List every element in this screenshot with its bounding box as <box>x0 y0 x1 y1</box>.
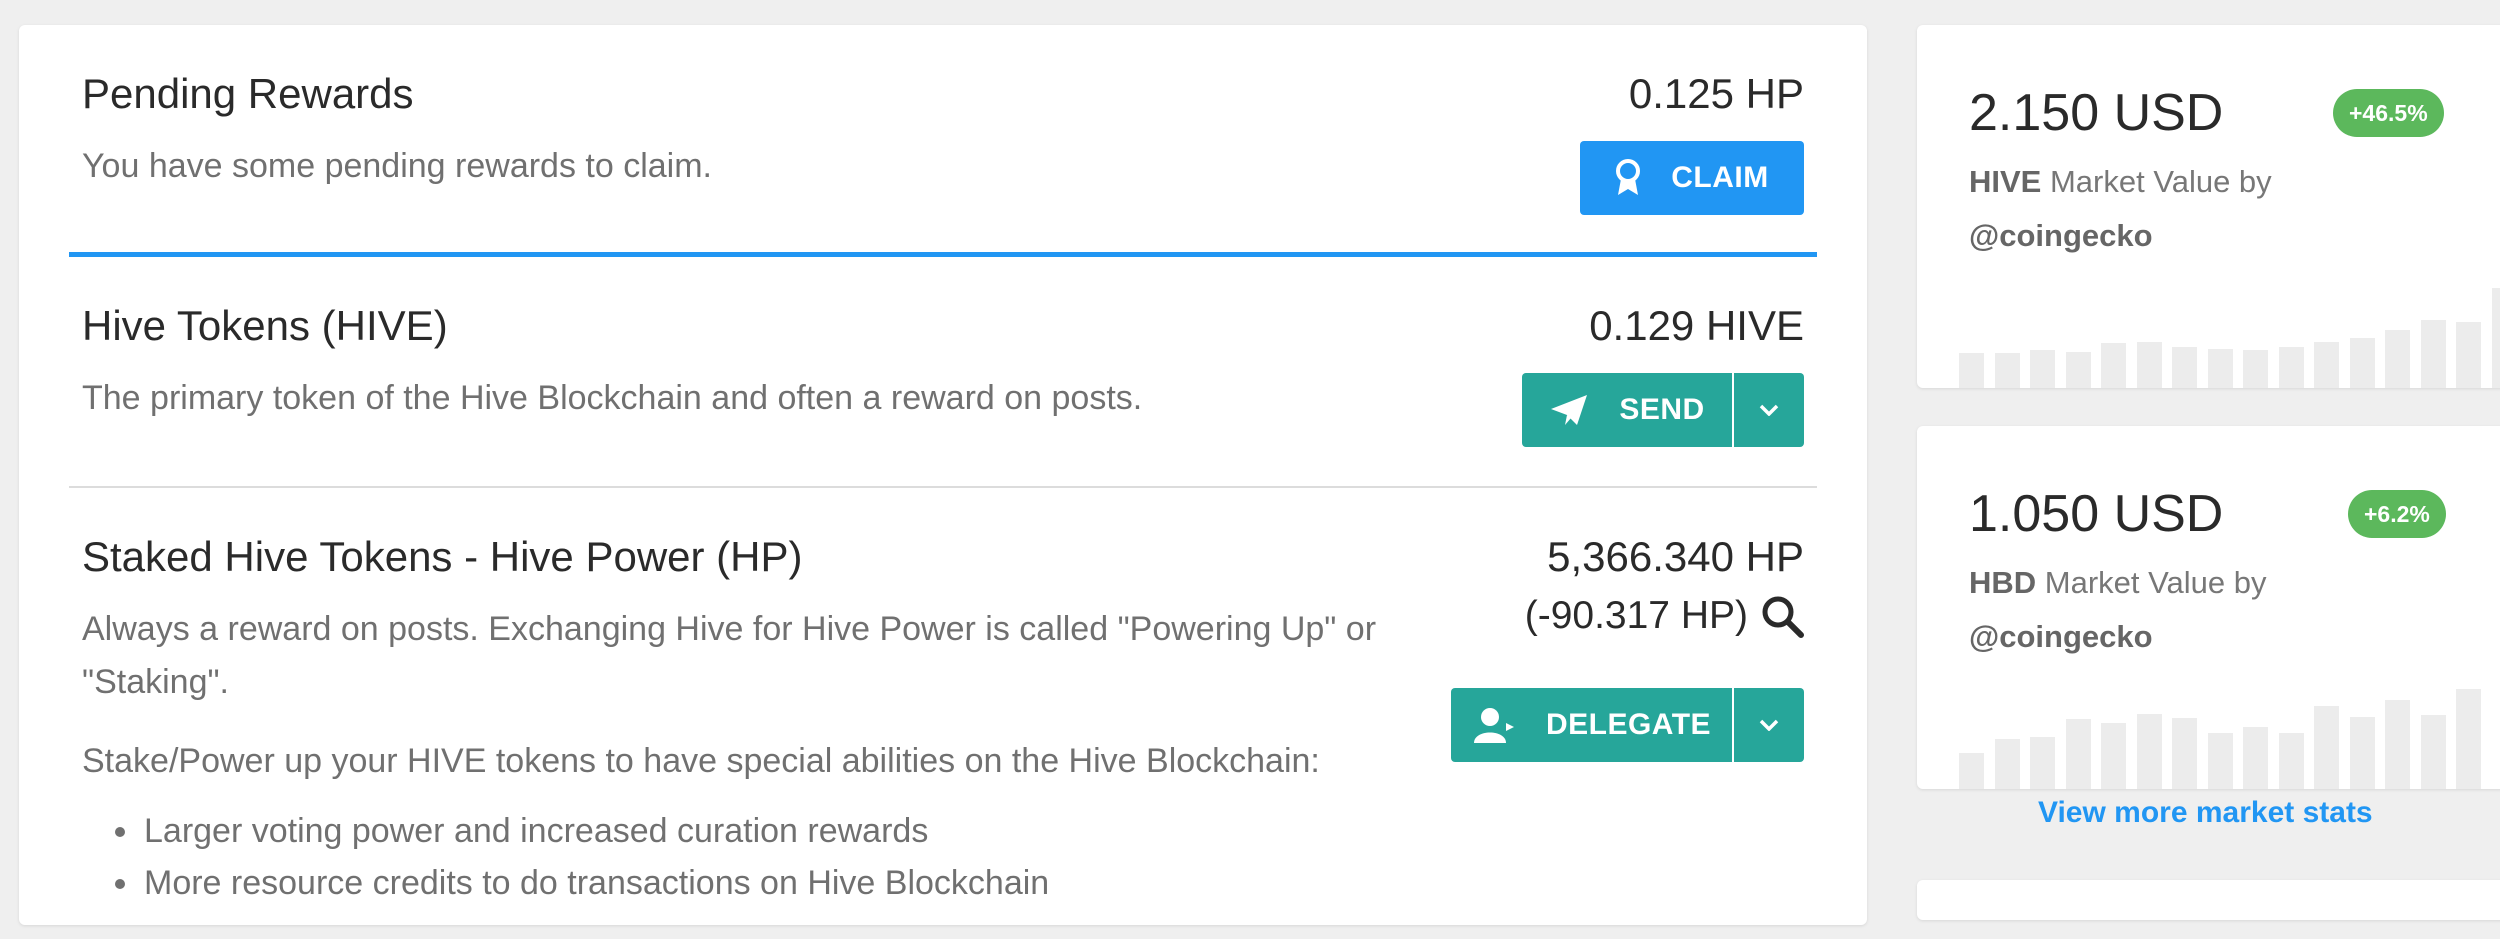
hbd-sparkline <box>1959 689 2481 789</box>
hive-power-abilities-intro: Stake/Power up your HIVE tokens to have … <box>82 742 1320 780</box>
list-item: Larger voting power and increased curati… <box>142 805 1049 857</box>
sparkline-bar <box>2208 349 2233 388</box>
sparkline-bar <box>2314 706 2339 789</box>
hive-sparkline <box>1959 288 2500 388</box>
hive-balance: 0.129 HIVE <box>1589 302 1804 349</box>
sparkline-bar <box>2350 717 2375 789</box>
sparkline-bar <box>2030 350 2055 388</box>
hive-source-link[interactable]: @coingecko <box>1969 218 2153 253</box>
sparkline-bar <box>2350 338 2375 388</box>
sparkline-bar <box>2421 715 2446 789</box>
hbd-market-value-text: HBD Market Value by @coingecko <box>1969 556 2267 664</box>
sparkline-bar <box>2456 689 2481 789</box>
search-icon[interactable] <box>1760 594 1804 638</box>
sparkline-bar <box>2208 733 2233 789</box>
hive-market-value-text: HIVE Market Value by @coingecko <box>1969 155 2272 263</box>
sparkline-bar <box>2456 322 2481 388</box>
sparkline-bar <box>2066 352 2091 388</box>
sparkline-bar <box>2385 330 2410 388</box>
sparkline-bar <box>2279 347 2304 388</box>
pending-rewards-amount: 0.125 HP <box>1628 70 1804 117</box>
sparkline-bar <box>2137 342 2162 388</box>
sparkline-bar <box>2172 347 2197 388</box>
sparkline-bar <box>1959 353 1984 388</box>
hbd-market-value-label: Market Value by <box>2044 565 2267 600</box>
send-button[interactable]: SEND <box>1522 373 1732 447</box>
user-delegate-icon <box>1472 707 1516 743</box>
chevron-down-icon <box>1759 404 1779 416</box>
delegated-amount: (-90.317 HP) <box>1524 594 1748 637</box>
pending-rewards-title: Pending Rewards <box>82 70 414 117</box>
sparkline-bar <box>2279 733 2304 789</box>
sparkline-bar <box>2492 288 2500 388</box>
sparkline-bar <box>2066 719 2091 789</box>
pending-rewards-description: You have some pending rewards to claim. <box>82 147 712 185</box>
sparkline-bar <box>2101 343 2126 388</box>
hive-symbol: HIVE <box>1969 164 2042 199</box>
hbd-market-card: 1.050 USD +6.2% HBD Market Value by @coi… <box>1917 426 2500 789</box>
hbd-symbol: HBD <box>1969 565 2037 600</box>
hive-power-section: Staked Hive Tokens - Hive Power (HP) Alw… <box>69 489 1817 939</box>
hive-change-badge: +46.5% <box>2333 89 2444 137</box>
hive-power-abilities-list: Larger voting power and increased curati… <box>82 805 1049 909</box>
hive-tokens-description: The primary token of the Hive Blockchain… <box>82 379 1143 417</box>
sparkline-bar <box>2243 727 2268 789</box>
delegate-button[interactable]: DELEGATE <box>1451 688 1732 762</box>
paper-plane-icon <box>1549 393 1589 427</box>
list-item: More resource credits to do transactions… <box>142 857 1049 909</box>
delegate-dropdown-button[interactable] <box>1734 688 1804 762</box>
hive-power-title: Staked Hive Tokens - Hive Power (HP) <box>82 533 803 580</box>
send-dropdown-button[interactable] <box>1734 373 1804 447</box>
hive-price: 2.150 USD <box>1969 84 2224 142</box>
sparkline-bar <box>2243 350 2268 388</box>
delegate-label: DELEGATE <box>1545 708 1712 741</box>
sparkline-bar <box>2137 714 2162 789</box>
hive-power-description: Always a reward on posts. Exchanging Hiv… <box>82 610 1377 701</box>
sparkline-bar <box>2385 700 2410 789</box>
hive-tokens-title: Hive Tokens (HIVE) <box>82 302 448 349</box>
hbd-change-badge: +6.2% <box>2348 490 2446 538</box>
hbd-source-link[interactable]: @coingecko <box>1969 619 2153 654</box>
award-icon <box>1615 159 1641 197</box>
sparkline-bar <box>1959 753 1984 789</box>
sparkline-bar <box>2101 723 2126 789</box>
sparkline-bar <box>1995 353 2020 388</box>
claim-button[interactable]: CLAIM <box>1580 141 1804 215</box>
delegated-amount-row: (-90.317 HP) <box>1525 594 1804 638</box>
claim-label: CLAIM <box>1671 161 1769 194</box>
next-card <box>1917 880 2500 920</box>
sparkline-bar <box>2421 320 2446 388</box>
hive-power-balance: 5,366.340 HP <box>1547 533 1804 580</box>
send-label: SEND <box>1619 393 1705 426</box>
hive-tokens-divider <box>69 486 1817 488</box>
wallet-card: Pending Rewards You have some pending re… <box>19 25 1867 925</box>
sparkline-bar <box>2030 737 2055 789</box>
hive-tokens-section: Hive Tokens (HIVE) The primary token of … <box>69 257 1817 487</box>
hive-market-card: 2.150 USD +46.5% HIVE Market Value by @c… <box>1917 25 2500 388</box>
hive-market-value-label: Market Value by <box>2049 164 2272 199</box>
sparkline-bar <box>2314 342 2339 388</box>
hbd-price: 1.050 USD <box>1969 485 2224 543</box>
sparkline-bar <box>2172 718 2197 789</box>
view-more-market-stats-link[interactable]: View more market stats <box>2038 796 2373 830</box>
sparkline-bar <box>1995 739 2020 789</box>
chevron-down-icon <box>1759 719 1779 731</box>
pending-rewards-section: Pending Rewards You have some pending re… <box>69 25 1817 255</box>
